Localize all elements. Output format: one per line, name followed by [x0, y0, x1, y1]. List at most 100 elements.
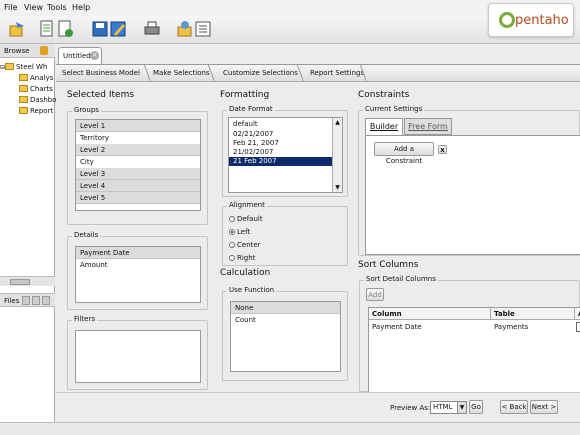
browse-pin-icon[interactable]: [40, 46, 48, 55]
date-format-option-selected[interactable]: 21 Feb 2007: [229, 157, 333, 166]
date-format-option[interactable]: default: [229, 118, 342, 130]
edit-pencil-icon[interactable]: [109, 20, 127, 38]
group-item[interactable]: Level 1: [76, 120, 200, 132]
folder-icon: [5, 63, 15, 70]
tab-free-form[interactable]: Free Form: [404, 118, 452, 135]
status-bar: [0, 422, 580, 435]
group-item[interactable]: City: [76, 156, 200, 168]
group-item[interactable]: Territory: [76, 132, 200, 144]
wizard-step-bar: Select Business Model Make Selections Cu…: [56, 64, 580, 82]
alignment-label: Alignment: [227, 201, 267, 209]
new-report-icon[interactable]: [8, 20, 26, 38]
go-button[interactable]: Go: [469, 400, 483, 414]
radio-icon[interactable]: [229, 255, 235, 261]
add-sort-button[interactable]: Add: [366, 288, 384, 301]
add-constraint-button[interactable]: Add a Constraint: [374, 142, 434, 165]
folder-icon: [19, 96, 28, 103]
folder-icon: [19, 85, 28, 92]
step-separator: [352, 65, 368, 82]
date-format-option[interactable]: 21/02/2007: [229, 148, 342, 157]
constraints-title: Constraints: [358, 90, 410, 100]
function-option[interactable]: None: [231, 302, 340, 314]
date-format-list[interactable]: default 02/21/2007 Feb 21, 2007 21/02/20…: [228, 117, 343, 193]
current-settings-panel: Current Settings Builder Free Form Add a…: [358, 105, 580, 256]
details-label: Details: [72, 231, 101, 239]
function-option[interactable]: Count: [231, 314, 340, 326]
step-select-business-model[interactable]: Select Business Model: [62, 69, 140, 77]
column-header-ascending[interactable]: A: [575, 308, 580, 320]
tab-builder[interactable]: Builder: [365, 118, 403, 135]
edit-icon[interactable]: [56, 20, 74, 38]
filters-panel: Filters: [67, 315, 208, 390]
detail-item[interactable]: Amount: [76, 259, 200, 271]
step-customize-selections[interactable]: Customize Selections: [223, 69, 298, 77]
column-header-table[interactable]: Table: [491, 308, 575, 320]
date-format-option[interactable]: Feb 21, 2007: [229, 139, 342, 148]
chevron-down-icon[interactable]: ▼: [457, 402, 466, 413]
properties-icon[interactable]: [194, 20, 212, 38]
alignment-option-right[interactable]: Right: [229, 254, 255, 262]
radio-icon[interactable]: [229, 242, 235, 248]
groups-label: Groups: [72, 106, 101, 114]
print-icon[interactable]: [143, 20, 161, 38]
file-action-icon[interactable]: [32, 296, 40, 305]
tab-untitled[interactable]: Untitled ×: [58, 47, 102, 64]
tree-item-dashboards[interactable]: Dashbo: [19, 96, 57, 104]
alignment-option-center[interactable]: Center: [229, 241, 261, 249]
left-pane: Browse ⊟ Steel Wh Analys Charts Dashbo Re…: [0, 44, 57, 435]
function-list[interactable]: None Count: [230, 301, 341, 372]
remove-constraint-icon[interactable]: x: [438, 145, 447, 154]
menu-help[interactable]: Help: [72, 3, 90, 12]
alignment-option-left[interactable]: Left: [229, 228, 250, 236]
preview-as-label: Preview As:: [390, 404, 431, 412]
menu-file[interactable]: File: [4, 3, 17, 12]
sort-row-column[interactable]: Payment Date: [369, 323, 422, 331]
file-action-icon[interactable]: [42, 296, 50, 305]
files-label: Files: [4, 297, 20, 305]
selected-items-title: Selected Items: [67, 90, 135, 100]
menu-view[interactable]: View: [24, 3, 43, 12]
sort-columns-title: Sort Columns: [358, 260, 419, 270]
filters-list[interactable]: [75, 330, 201, 383]
group-item[interactable]: Level 4: [76, 180, 200, 192]
date-format-scrollbar[interactable]: ▲ ▼: [332, 118, 342, 192]
preview-format-select[interactable]: HTML ▼: [430, 401, 467, 414]
formatting-title: Formatting: [220, 90, 270, 100]
close-tab-icon[interactable]: ×: [90, 51, 99, 60]
scroll-up-icon[interactable]: ▲: [334, 119, 341, 126]
details-list[interactable]: Payment Date Amount: [75, 246, 201, 303]
tree-item-steel-wheels[interactable]: ⊟ Steel Wh: [0, 63, 47, 71]
radio-selected-icon[interactable]: [229, 229, 235, 235]
sort-row-table[interactable]: Payments: [491, 323, 528, 331]
detail-item[interactable]: Payment Date: [76, 247, 200, 259]
step-separator: [289, 65, 305, 82]
group-item[interactable]: Level 5: [76, 192, 200, 204]
alignment-option-default[interactable]: Default: [229, 215, 263, 223]
files-header: Files: [0, 293, 55, 307]
date-format-option[interactable]: 02/21/2007: [229, 130, 342, 139]
tree-item-analysis[interactable]: Analys: [19, 74, 53, 82]
groups-list[interactable]: Level 1 Territory Level 2 City Level 3 L…: [75, 119, 201, 211]
tab-label: Untitled: [63, 52, 91, 60]
scrollbar-thumb[interactable]: [10, 279, 30, 285]
scroll-down-icon[interactable]: ▼: [334, 184, 341, 191]
radio-icon[interactable]: [229, 216, 235, 222]
sort-order-select[interactable]: [576, 322, 580, 332]
save-icon[interactable]: [91, 20, 109, 38]
tree-item-reports[interactable]: Report: [19, 107, 53, 115]
open-icon[interactable]: [38, 20, 56, 38]
group-item[interactable]: Level 2: [76, 144, 200, 156]
column-header-column[interactable]: Column: [369, 308, 491, 320]
alignment-panel: Alignment Default Left Center Right: [222, 201, 348, 266]
next-button[interactable]: Next >: [530, 400, 558, 414]
group-item[interactable]: Level 3: [76, 168, 200, 180]
file-action-icon[interactable]: [22, 296, 30, 305]
publish-icon[interactable]: [176, 20, 194, 38]
step-separator: [136, 65, 152, 82]
step-make-selections[interactable]: Make Selections: [153, 69, 210, 77]
back-button[interactable]: < Back: [500, 400, 528, 414]
tree-item-charts[interactable]: Charts: [19, 85, 53, 93]
horizontal-scrollbar[interactable]: [0, 276, 55, 286]
browse-label: Browse: [4, 47, 30, 55]
menu-tools[interactable]: Tools: [47, 3, 67, 12]
